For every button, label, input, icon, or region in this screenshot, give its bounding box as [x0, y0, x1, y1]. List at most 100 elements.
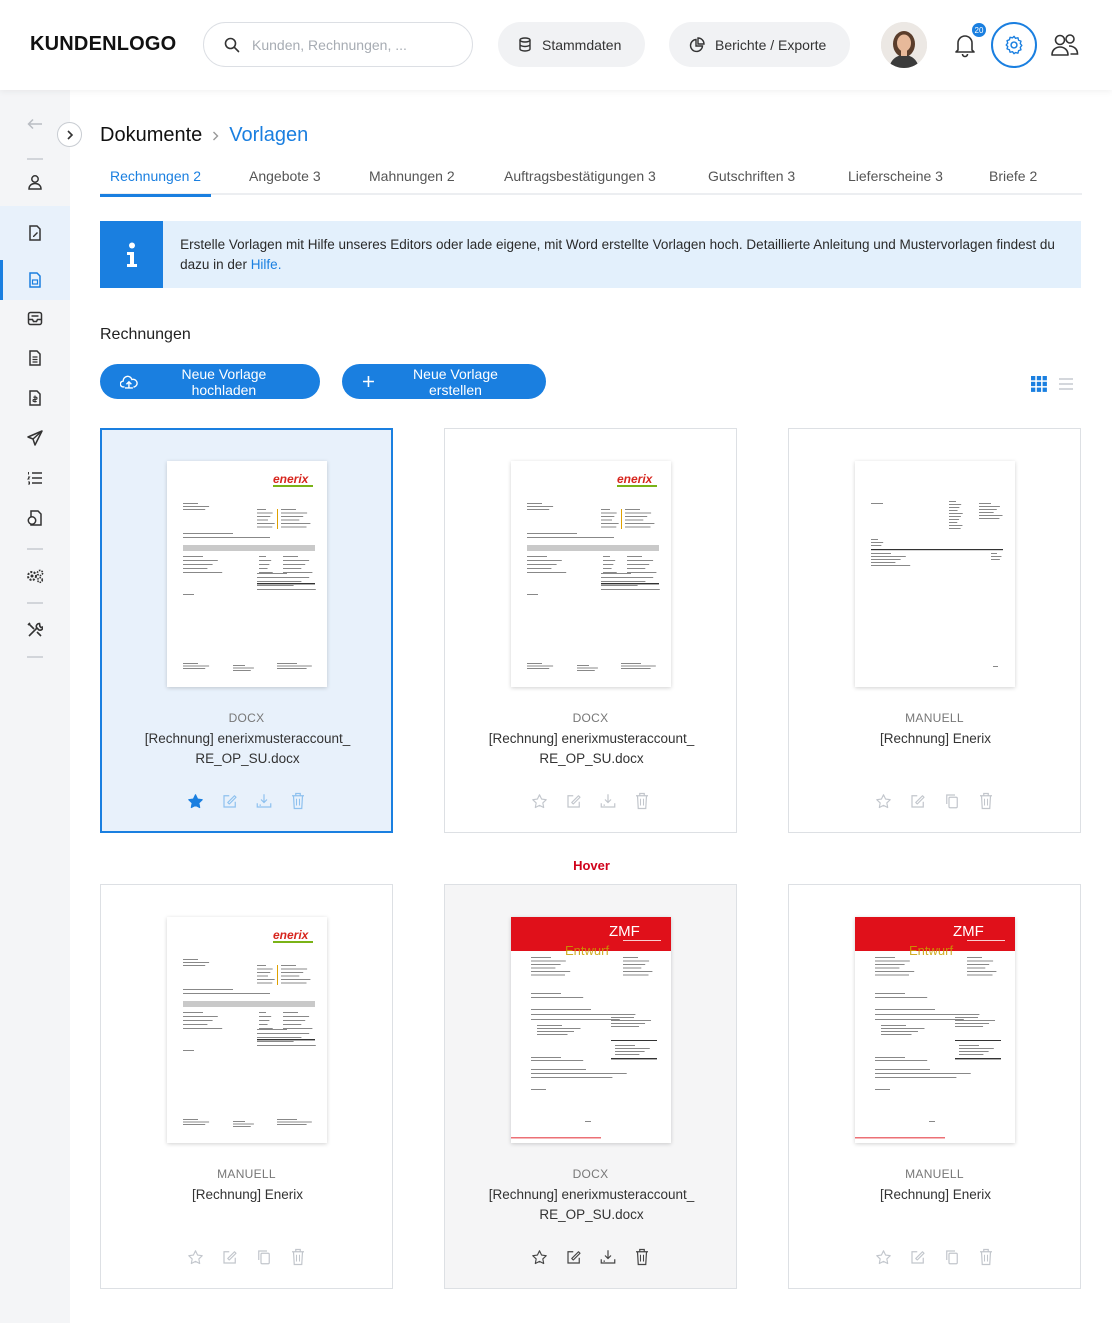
- tab-rechnungen[interactable]: Rechnungen 2: [99, 168, 212, 197]
- tab-briefe[interactable]: Briefe 2: [989, 168, 1037, 195]
- thumb-logo-text: enerix: [273, 472, 310, 486]
- star-icon[interactable]: [186, 1247, 206, 1267]
- template-card[interactable]: ZMF Entwurf DOCX [Rechnung] enerixmuster…: [444, 884, 737, 1289]
- download-icon[interactable]: [598, 1247, 618, 1267]
- mail-tray-icon: [27, 311, 43, 325]
- user-icon: [28, 175, 42, 190]
- star-icon[interactable]: [530, 791, 550, 811]
- sidebar-item-send[interactable]: [0, 418, 70, 458]
- sidebar-collapse-toggle[interactable]: [57, 122, 82, 147]
- upload-template-button[interactable]: Neue Vorlage hochladen: [100, 364, 320, 399]
- template-actions: [789, 791, 1080, 811]
- info-banner: Erstelle Vorlagen mit Hilfe unseres Edit…: [100, 221, 1081, 288]
- tab-gutschriften[interactable]: Gutschriften 3: [708, 168, 795, 195]
- tab-auftragsbestaetigungen[interactable]: Auftragsbestätigungen 3: [504, 168, 656, 195]
- template-type-label: MANUELL: [905, 711, 964, 725]
- download-icon[interactable]: [598, 791, 618, 811]
- sidebar-item-documents-money[interactable]: [0, 498, 70, 538]
- star-icon[interactable]: [874, 791, 894, 811]
- template-card[interactable]: enerix DOCX [Rechnung] enerixmusteraccou…: [444, 428, 737, 833]
- template-name: [Rechnung] Enerix: [191, 1187, 304, 1202]
- sidebar-item-documents[interactable]: [0, 206, 70, 260]
- tab-mahnungen[interactable]: Mahnungen 2: [369, 168, 455, 195]
- trash-icon[interactable]: [288, 1247, 308, 1267]
- sidebar-divider: [27, 656, 43, 658]
- edit-icon[interactable]: [564, 791, 584, 811]
- template-type-label: DOCX: [572, 711, 609, 725]
- template-name: [Rechnung] enerixmusteraccount_ RE_OP_SU…: [488, 731, 695, 766]
- template-type-label: DOCX: [228, 711, 265, 725]
- template-preview-thumbnail[interactable]: enerix: [167, 461, 327, 687]
- trash-icon[interactable]: [632, 791, 652, 811]
- breadcrumb-current: Vorlagen: [229, 124, 309, 146]
- trash-icon[interactable]: [288, 791, 308, 811]
- template-type-label: DOCX: [572, 1167, 609, 1181]
- search-box[interactable]: [203, 22, 473, 67]
- stammdaten-label: Stammdaten: [542, 36, 622, 53]
- list-view-icon[interactable]: [1058, 376, 1074, 392]
- settings-button[interactable]: [991, 22, 1037, 68]
- trash-icon[interactable]: [632, 1247, 652, 1267]
- info-icon: [100, 221, 164, 288]
- stammdaten-button[interactable]: Stammdaten: [498, 22, 645, 67]
- copy-icon[interactable]: [942, 1247, 962, 1267]
- star-icon[interactable]: [874, 1247, 894, 1267]
- help-link[interactable]: Hilfe.: [251, 257, 282, 272]
- sidebar-item-integrations[interactable]: [0, 556, 70, 596]
- star-icon[interactable]: [186, 791, 206, 811]
- sidebar-item-templates[interactable]: [0, 260, 70, 300]
- copy-icon[interactable]: [942, 791, 962, 811]
- thumb-draft-watermark: Entwurf: [565, 943, 609, 958]
- template-actions: [102, 791, 391, 811]
- search-input[interactable]: [252, 36, 452, 53]
- template-preview-thumbnail[interactable]: enerix: [511, 461, 671, 687]
- template-preview-thumbnail[interactable]: ZMF Entwurf: [855, 917, 1015, 1143]
- sidebar-item-customers[interactable]: [0, 162, 70, 202]
- template-preview-thumbnail[interactable]: [855, 461, 1015, 687]
- create-template-button[interactable]: Neue Vorlage erstellen: [342, 364, 546, 399]
- thumb-logo-text: enerix: [273, 928, 310, 942]
- template-preview-thumbnail[interactable]: enerix: [167, 917, 327, 1143]
- edit-icon[interactable]: [564, 1247, 584, 1267]
- company-logo[interactable]: KUNDENLOGO: [30, 33, 176, 56]
- trash-icon[interactable]: [976, 1247, 996, 1267]
- copy-icon[interactable]: [254, 1247, 274, 1267]
- trash-icon[interactable]: [976, 791, 996, 811]
- sidebar-item-lists[interactable]: [0, 458, 70, 498]
- star-icon[interactable]: [530, 1247, 550, 1267]
- template-icon: [29, 272, 41, 288]
- edit-icon[interactable]: [220, 1247, 240, 1267]
- document-lines-icon: [29, 350, 41, 366]
- template-card[interactable]: MANUELL [Rechnung] Enerix: [788, 428, 1081, 833]
- template-actions: [445, 791, 736, 811]
- tab-angebote[interactable]: Angebote 3: [249, 168, 321, 195]
- download-icon[interactable]: [254, 791, 274, 811]
- sidebar-item-invoices[interactable]: [0, 338, 70, 378]
- sidebar-divider: [27, 158, 43, 160]
- template-actions: [445, 1247, 736, 1267]
- template-name: [Rechnung] enerixmusteraccount_ RE_OP_SU…: [488, 1187, 695, 1222]
- grid-view-icon[interactable]: [1031, 376, 1047, 392]
- sidebar-divider: [27, 602, 43, 604]
- sidebar-item-inbox[interactable]: [0, 298, 70, 338]
- berichte-exporte-button[interactable]: Berichte / Exporte: [669, 22, 850, 67]
- gear-icon: [1005, 35, 1023, 55]
- sidebar-item-tools[interactable]: [0, 610, 70, 650]
- template-card[interactable]: enerix MANUELL [Rechnung] Enerix: [100, 884, 393, 1289]
- thumb-zmf-logo: ZMF: [609, 923, 640, 940]
- thumb-zmf-logo: ZMF: [953, 923, 984, 940]
- breadcrumb: Dokumente Vorlagen: [100, 124, 308, 147]
- upload-label: Neue Vorlage hochladen: [181, 365, 267, 398]
- breadcrumb-section[interactable]: Dokumente: [100, 124, 202, 147]
- template-card[interactable]: ZMF Entwurf MANUELL [Rechnung] Enerix: [788, 884, 1081, 1289]
- edit-icon[interactable]: [908, 1247, 928, 1267]
- edit-icon[interactable]: [220, 791, 240, 811]
- template-card[interactable]: enerix DOCX [Rechnung] enerixmusteraccou…: [100, 428, 393, 833]
- sidebar-item-receipts[interactable]: [0, 378, 70, 418]
- edit-icon[interactable]: [908, 791, 928, 811]
- template-preview-thumbnail[interactable]: ZMF Entwurf: [511, 917, 671, 1143]
- receipt-icon: [29, 390, 41, 406]
- tab-lieferscheine[interactable]: Lieferscheine 3: [848, 168, 943, 195]
- user-avatar[interactable]: [881, 22, 927, 68]
- users-icon[interactable]: [1050, 31, 1080, 59]
